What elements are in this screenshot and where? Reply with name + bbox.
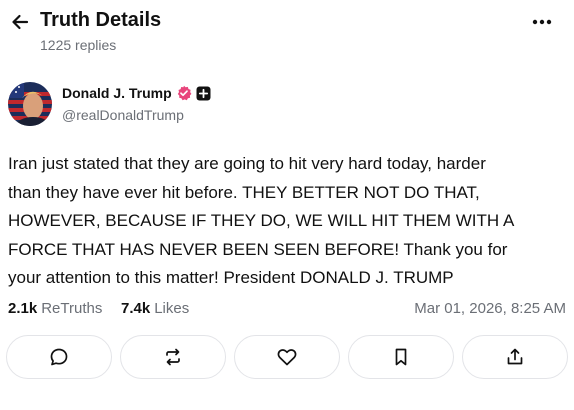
back-button[interactable] — [8, 10, 32, 34]
likes-label: Likes — [154, 300, 190, 317]
arrow-left-icon — [12, 14, 29, 30]
like-button[interactable] — [234, 335, 340, 379]
author-handle[interactable]: @realDonaldTrump — [62, 107, 184, 123]
heart-icon — [277, 349, 297, 366]
retruths-count: 2.1k — [8, 300, 38, 317]
likes-stat[interactable]: 7.4k Likes — [121, 300, 189, 317]
share-button[interactable] — [462, 335, 568, 379]
more-options-button[interactable] — [528, 12, 556, 32]
retruths-stat[interactable]: 2.1k ReTruths — [8, 300, 102, 317]
page-header: Truth Details 1225 replies — [0, 0, 574, 62]
retruths-label: ReTruths — [41, 300, 103, 317]
likes-count: 7.4k — [121, 300, 151, 317]
post-author: Donald J. Trump @realDonaldTrump — [8, 80, 568, 128]
avatar[interactable] — [8, 82, 52, 126]
more-horizontal-icon — [532, 19, 552, 25]
reply-button[interactable] — [6, 335, 112, 379]
verified-badge-icon — [177, 85, 192, 101]
share-icon — [507, 348, 523, 365]
comment-icon — [50, 348, 68, 366]
author-display-name[interactable]: Donald J. Trump — [62, 85, 172, 101]
author-name-row: Donald J. Trump — [62, 85, 211, 101]
post-timestamp: Mar 01, 2026, 8:25 AM — [414, 300, 566, 317]
retruth-button[interactable] — [120, 335, 226, 379]
repost-icon — [166, 348, 180, 366]
post-actions — [6, 335, 568, 379]
bookmark-icon — [395, 348, 407, 366]
replies-count: 1225 replies — [40, 37, 117, 53]
post-body: Iran just stated that they are going to … — [8, 154, 515, 287]
post-stats: 2.1k ReTruths 7.4k Likes Mar 01, 2026, 8… — [8, 300, 566, 322]
plus-icon — [196, 86, 211, 100]
page-title: Truth Details — [40, 9, 162, 31]
bookmark-button[interactable] — [348, 335, 454, 379]
